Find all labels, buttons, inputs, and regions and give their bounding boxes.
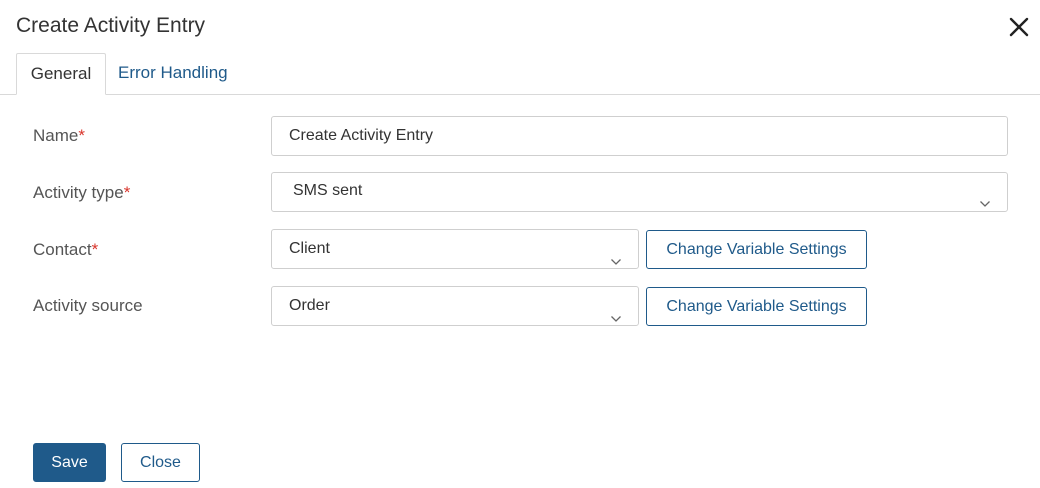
tab-general[interactable]: General	[16, 53, 106, 95]
contact-select[interactable]: Client	[271, 229, 639, 269]
activity-type-value: SMS sent	[293, 182, 363, 199]
contact-label: Contact*	[33, 240, 99, 259]
save-button[interactable]: Save	[33, 443, 106, 482]
chevron-down-icon	[610, 243, 622, 265]
activity-source-label: Activity source	[33, 296, 143, 315]
required-marker: *	[78, 126, 85, 145]
chevron-down-icon	[979, 186, 991, 207]
required-marker: *	[91, 240, 99, 259]
activity-source-select[interactable]: Order	[271, 286, 639, 326]
name-input[interactable]: Create Activity Entry	[271, 116, 1008, 156]
tab-bar: General Error Handling	[0, 53, 1040, 95]
required-marker: *	[123, 183, 131, 202]
activity-source-change-variable-settings-button[interactable]: Change Variable Settings	[646, 287, 867, 326]
dialog-title: Create Activity Entry	[16, 14, 206, 37]
contact-change-variable-settings-button[interactable]: Change Variable Settings	[646, 230, 867, 269]
tab-error-handling[interactable]: Error Handling	[106, 53, 240, 93]
close-button[interactable]: Close	[121, 443, 200, 482]
activity-type-label: Activity type*	[33, 183, 131, 202]
close-icon[interactable]	[1006, 14, 1032, 40]
activity-source-value: Order	[289, 297, 330, 314]
name-label: Name*	[33, 126, 85, 145]
contact-value: Client	[289, 240, 330, 257]
chevron-down-icon	[610, 300, 622, 322]
activity-type-select[interactable]: SMS sent	[271, 172, 1008, 212]
